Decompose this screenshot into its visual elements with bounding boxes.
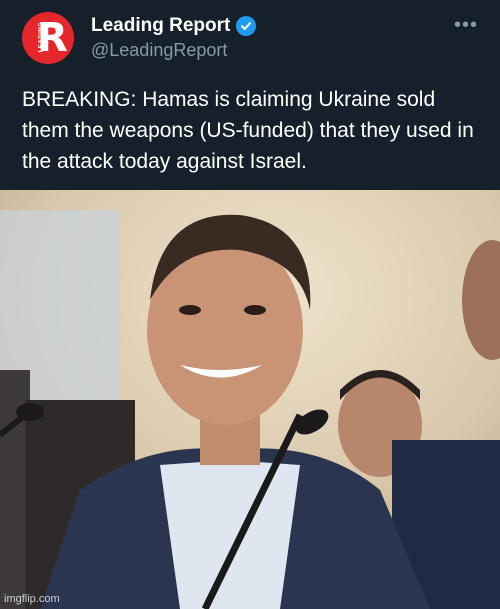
photo-illustration [0,190,500,609]
display-name[interactable]: Leading Report [91,15,230,37]
more-horizontal-icon[interactable]: ••• [452,14,480,36]
name-row: Leading Report [91,14,257,38]
avatar-logo-subtext: LEADING [38,21,45,53]
tweet-media-image[interactable]: imgflip.com [0,190,500,609]
verified-badge-icon [236,16,257,36]
tweet-text: BREAKING: Hamas is claiming Ukraine sold… [22,88,474,173]
avatar[interactable]: R LEADING [22,12,74,64]
tweet-header: R LEADING Leading Report @LeadingReport … [0,0,500,190]
user-handle[interactable]: @LeadingReport [91,40,227,61]
imgflip-watermark: imgflip.com [4,593,60,605]
